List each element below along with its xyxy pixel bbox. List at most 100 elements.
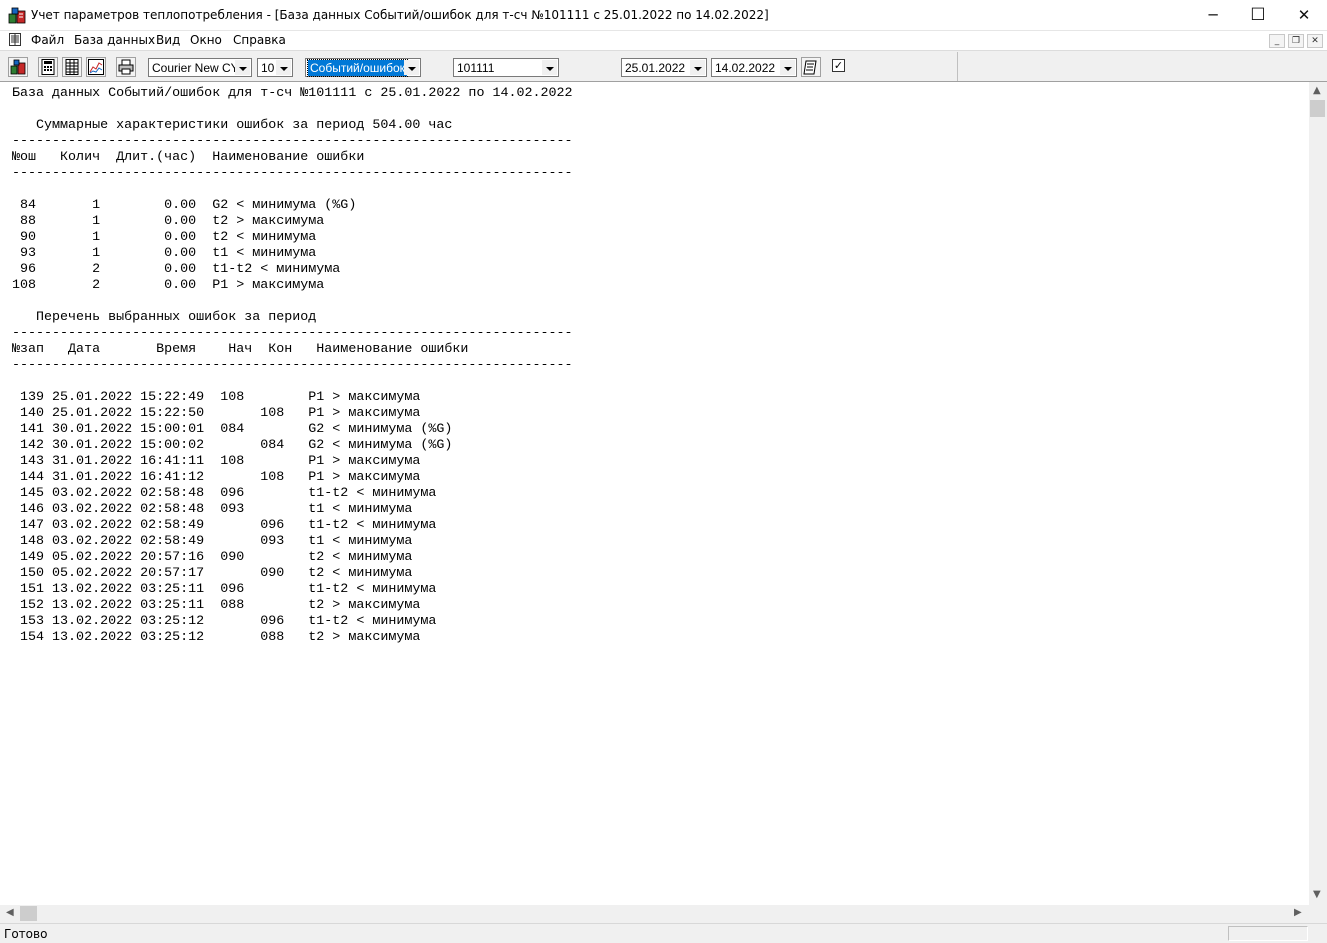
summary-row: 108 2 0.00 P1 > максимума [12,278,325,293]
menu-database[interactable]: База данных [74,33,155,47]
list-row: 149 05.02.2022 20:57:16 090 t2 < минимум… [12,550,413,565]
separator: ----------------------------------------… [12,358,573,373]
list-row: 143 31.01.2022 16:41:11 108 P1 > максиму… [12,454,421,469]
separator: ----------------------------------------… [12,326,573,341]
toolbar-empty-area [958,52,1327,81]
list-row: 152 13.02.2022 03:25:11 088 t2 > максиму… [12,598,421,613]
table-icon [65,59,79,75]
list-row: 154 13.02.2022 03:25:12 088 t2 > максиму… [12,630,421,645]
chevron-down-icon[interactable] [276,60,291,75]
mdi-minimize-button[interactable]: _ [1269,34,1285,48]
graph-icon [88,59,104,75]
mdi-restore-button[interactable]: ❐ [1288,34,1304,48]
chevron-down-icon[interactable] [404,60,419,75]
list-row: 147 03.02.2022 02:58:49 096 t1-t2 < мини… [12,518,437,533]
document-system-menu-icon[interactable] [9,33,21,46]
menu-window[interactable]: Окно [190,33,222,47]
check-icon: ✓ [833,59,844,72]
print-icon [118,59,134,75]
list-row: 146 03.02.2022 02:58:48 093 t1 < минимум… [12,502,413,517]
status-panel [1228,926,1308,941]
apply-button[interactable] [801,57,821,77]
list-row: 150 05.02.2022 20:57:17 090 t2 < минимум… [12,566,413,581]
menu-bar: Файл База данных Вид Окно Справка _ ❐ ✕ [0,31,1327,51]
calculator-button[interactable] [38,57,58,77]
db-type-value: Событий/ошибок [307,59,408,77]
chevron-down-icon[interactable] [542,60,557,75]
open-db-icon [10,59,26,75]
minimize-icon: ─ [1208,6,1218,24]
scroll-up-icon[interactable]: ▲ [1313,85,1321,96]
menu-help[interactable]: Справка [233,33,286,47]
report-document[interactable]: База данных Событий/ошибок для т-сч №101… [0,82,1309,905]
summary-row: 88 1 0.00 t2 > максимума [12,214,325,229]
list-row: 148 03.02.2022 02:58:49 093 t1 < минимум… [12,534,413,549]
close-icon: ✕ [1297,6,1311,24]
filter-checkbox[interactable]: ✓ [832,59,845,72]
scroll-down-icon[interactable]: ▼ [1313,889,1321,900]
meter-number-select[interactable]: 101111 [453,58,559,77]
menu-view[interactable]: Вид [156,33,180,47]
font-name-value: Courier New CYR [152,61,248,75]
print-button[interactable] [116,57,136,77]
minimize-button[interactable]: ─ [1190,0,1236,30]
summary-row: 93 1 0.00 t1 < минимума [12,246,317,261]
vertical-scroll-thumb[interactable] [1310,100,1325,117]
date-from-value: 25.01.2022 [625,61,686,75]
date-to-picker[interactable]: 14.02.2022 [711,58,797,77]
list-row: 141 30.01.2022 15:00:01 084 G2 < минимум… [12,422,453,437]
app-heat-meter-icon [8,7,26,24]
date-to-value: 14.02.2022 [715,61,776,75]
status-bar: Готово [0,923,1327,943]
db-type-select[interactable]: Событий/ошибок [305,58,421,77]
menu-file[interactable]: Файл [31,33,64,47]
calculator-icon [41,59,55,75]
summary-row: 96 2 0.00 t1-t2 < минимума [12,262,341,277]
date-from-picker[interactable]: 25.01.2022 [621,58,707,77]
mdi-close-icon: ✕ [1311,36,1319,46]
notepad-icon [803,60,817,75]
list-row: 151 13.02.2022 03:25:11 096 t1-t2 < мини… [12,582,437,597]
report-text: База данных Событий/ошибок для т-сч №101… [12,86,573,646]
scroll-left-icon[interactable]: ◀ [6,907,14,918]
list-row: 142 30.01.2022 15:00:02 084 G2 < минимум… [12,438,453,453]
horizontal-scroll-thumb[interactable] [20,906,37,921]
list-row: 145 03.02.2022 02:58:48 096 t1-t2 < мини… [12,486,437,501]
vertical-scrollbar[interactable]: ▲ ▼ [1309,82,1327,905]
list-row: 140 25.01.2022 15:22:50 108 P1 > максиму… [12,406,421,421]
summary-title: Суммарные характеристики ошибок за перио… [12,118,453,133]
font-name-select[interactable]: Courier New CYR [148,58,252,77]
table-button[interactable] [62,57,82,77]
graph-button[interactable] [86,57,106,77]
chevron-down-icon[interactable] [235,60,250,75]
close-button[interactable]: ✕ [1281,0,1327,30]
list-row: 144 31.01.2022 16:41:12 108 P1 > максиму… [12,470,421,485]
mdi-minimize-icon: _ [1274,36,1280,46]
list-title: Перечень выбранных ошибок за период [12,310,317,325]
summary-row: 84 1 0.00 G2 < минимума (%G) [12,198,357,213]
status-text: Готово [4,927,48,941]
chevron-down-icon[interactable] [780,60,795,75]
font-size-value: 10 [261,61,275,75]
chevron-down-icon[interactable] [690,60,705,75]
mdi-restore-icon: ❐ [1291,36,1301,46]
maximize-icon: ☐ [1250,5,1266,25]
font-size-select[interactable]: 10 [257,58,293,77]
window-title: Учет параметров теплопотребления - [База… [31,8,769,22]
maximize-button[interactable]: ☐ [1235,0,1281,30]
summary-row: 90 1 0.00 t2 < минимума [12,230,317,245]
separator: ----------------------------------------… [12,166,573,181]
list-row: 139 25.01.2022 15:22:49 108 P1 > максиму… [12,390,421,405]
report-header: База данных Событий/ошибок для т-сч №101… [12,86,573,101]
title-bar[interactable]: Учет параметров теплопотребления - [База… [0,0,1327,31]
mdi-close-button[interactable]: ✕ [1307,34,1323,48]
list-column-headers: №зап Дата Время Нач Кон Наименование оши… [12,342,469,357]
meter-number-value: 101111 [457,61,495,75]
summary-column-headers: №ош Колич Длит.(час) Наименование ошибки [12,150,365,165]
horizontal-scrollbar[interactable]: ◀ ▶ [0,905,1309,923]
toolbar: Courier New CYR 10 Событий/ошибок 101111… [0,52,958,81]
list-row: 153 13.02.2022 03:25:12 096 t1-t2 < мини… [12,614,437,629]
scroll-right-icon[interactable]: ▶ [1294,907,1302,918]
scrollbar-corner [1309,905,1327,923]
open-db-button[interactable] [8,57,28,77]
